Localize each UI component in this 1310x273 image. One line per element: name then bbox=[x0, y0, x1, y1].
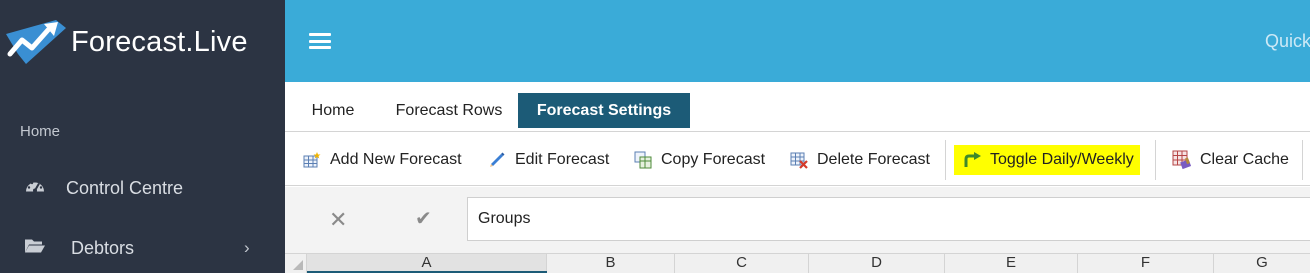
corner-triangle-icon bbox=[293, 260, 303, 270]
dashboard-icon bbox=[24, 177, 46, 200]
ribbon-tabs: Home Forecast Rows Forecast Settings bbox=[285, 82, 1310, 132]
copy-forecast-button[interactable]: Copy Forecast bbox=[633, 146, 765, 174]
sidebar-item-control-centre[interactable]: Control Centre bbox=[0, 168, 285, 208]
clear-cache-button[interactable]: Clear Cache bbox=[1172, 146, 1289, 174]
add-new-forecast-button[interactable]: Add New Forecast bbox=[302, 146, 462, 174]
clear-cache-icon bbox=[1172, 150, 1192, 170]
toolbar-button-label: Clear Cache bbox=[1200, 151, 1289, 168]
sidebar-item-label: Debtors bbox=[71, 237, 135, 258]
edit-forecast-button[interactable]: Edit Forecast bbox=[487, 146, 609, 174]
delete-forecast-button[interactable]: Delete Forecast bbox=[789, 146, 930, 174]
toolbar-separator bbox=[1302, 140, 1303, 180]
column-header-d[interactable]: D bbox=[809, 254, 945, 273]
toolbar-button-label: Toggle Daily/Weekly bbox=[990, 151, 1134, 168]
trend-logo-icon bbox=[6, 20, 66, 64]
sidebar-item-label: Control Centre bbox=[66, 177, 184, 198]
hamburger-menu-icon[interactable] bbox=[309, 33, 331, 49]
tab-forecast-settings[interactable]: Forecast Settings bbox=[518, 93, 690, 128]
add-table-icon bbox=[302, 150, 322, 170]
sidebar: Forecast.Live Home Control Centre Debtor… bbox=[0, 0, 285, 273]
ribbon-toolbar: Add New Forecast Edit Forecast Copy Fore… bbox=[285, 132, 1310, 186]
toggle-daily-weekly-button[interactable]: Toggle Daily/Weekly bbox=[954, 145, 1140, 175]
toolbar-button-label: Add New Forecast bbox=[330, 151, 462, 168]
quick-link[interactable]: Quick bbox=[1265, 31, 1310, 52]
sidebar-section-home: Home bbox=[20, 123, 61, 140]
toolbar-button-label: Delete Forecast bbox=[817, 151, 930, 168]
formula-input[interactable]: Groups bbox=[467, 197, 1310, 241]
column-header-c[interactable]: C bbox=[675, 254, 809, 273]
app-logo-text: Forecast.Live bbox=[71, 25, 248, 58]
tab-forecast-rows[interactable]: Forecast Rows bbox=[383, 93, 515, 128]
column-header-f[interactable]: F bbox=[1078, 254, 1214, 273]
chevron-right-icon: › bbox=[244, 238, 250, 257]
column-header-e[interactable]: E bbox=[945, 254, 1078, 273]
toggle-arrow-icon bbox=[962, 150, 982, 170]
delete-table-icon bbox=[789, 150, 809, 170]
top-bar: Quick bbox=[285, 0, 1310, 82]
column-header-b[interactable]: B bbox=[547, 254, 675, 273]
app-logo[interactable]: Forecast.Live bbox=[4, 14, 248, 70]
column-header-g[interactable]: G bbox=[1214, 254, 1310, 273]
copy-icon bbox=[633, 150, 653, 170]
tab-home[interactable]: Home bbox=[299, 93, 367, 128]
toolbar-separator bbox=[945, 140, 946, 180]
accept-edit-icon[interactable]: ✔ bbox=[415, 206, 432, 231]
column-header-row: A B C D E F G bbox=[285, 253, 1310, 273]
toolbar-button-label: Copy Forecast bbox=[661, 151, 766, 168]
pencil-icon bbox=[487, 150, 507, 170]
toolbar-button-label: Edit Forecast bbox=[515, 151, 610, 168]
toolbar-separator bbox=[1155, 140, 1156, 180]
formula-bar: ✕ ✔ Groups bbox=[285, 187, 1310, 253]
cancel-edit-icon[interactable]: ✕ bbox=[329, 207, 347, 233]
sidebar-item-debtors[interactable]: Debtors › bbox=[0, 228, 285, 268]
select-all-corner[interactable] bbox=[285, 254, 307, 273]
folder-open-icon bbox=[24, 237, 46, 260]
